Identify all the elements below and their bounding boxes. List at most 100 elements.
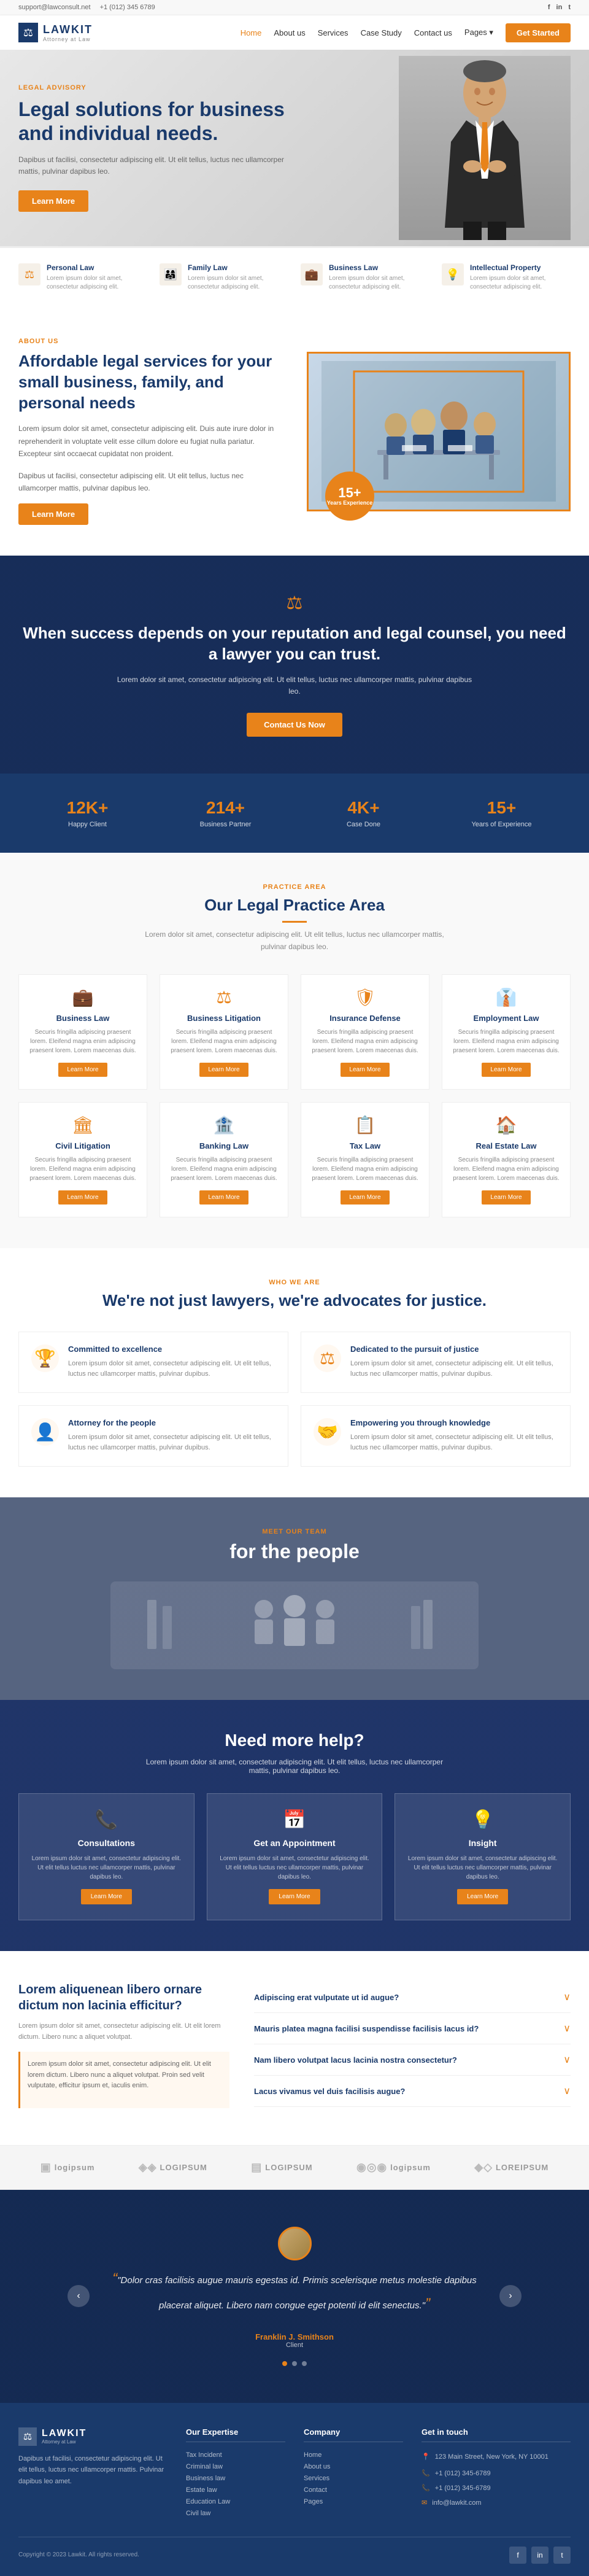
personal-law-title: Personal Law: [47, 263, 147, 272]
tax-learn-button[interactable]: Learn More: [341, 1190, 389, 1205]
realestate-learn-button[interactable]: Learn More: [482, 1190, 530, 1205]
phone2-icon: 📞: [422, 2485, 430, 2492]
people-icon: 👤: [31, 1418, 59, 1446]
banking-learn-button[interactable]: Learn More: [199, 1190, 248, 1205]
hero-title: Legal solutions for business and individ…: [18, 98, 294, 145]
expertise-item-5[interactable]: Education Law: [186, 2498, 285, 2505]
banking-desc: Securis fringilla adipiscing praesent lo…: [169, 1155, 279, 1183]
company-item-3[interactable]: Services: [304, 2475, 403, 2482]
ip-law-desc: Lorem ipsum dolor sit amet, consectetur …: [470, 274, 571, 292]
civil-learn-button[interactable]: Learn More: [58, 1190, 107, 1205]
advocate-justice-text: Dedicated to the pursuit of justice Lore…: [350, 1344, 558, 1380]
civil-title: Civil Litigation: [28, 1141, 137, 1150]
expertise-item-2[interactable]: Criminal law: [186, 2463, 285, 2470]
attorney-label: MEET OUR TEAM: [18, 1528, 571, 1535]
insight-button[interactable]: Learn More: [457, 1889, 508, 1904]
nav-services[interactable]: Services: [318, 28, 348, 37]
advocates-grid: 🏆 Committed to excellence Lorem ipsum do…: [18, 1332, 571, 1467]
footer-twitter-button[interactable]: t: [553, 2547, 571, 2564]
business-law-card-desc: Securis fringilla adipiscing praesent lo…: [28, 1028, 137, 1055]
nav-case-study[interactable]: Case Study: [361, 28, 402, 37]
expertise-item-6[interactable]: Civil law: [186, 2510, 285, 2517]
badge-number: 15+: [338, 486, 361, 500]
knowledge-title: Empowering you through knowledge: [350, 1418, 558, 1427]
nav-home[interactable]: Home: [241, 28, 262, 37]
dot-2[interactable]: [292, 2361, 297, 2366]
advocate-excellence: 🏆 Committed to excellence Lorem ipsum do…: [18, 1332, 288, 1393]
business-law-icon: 💼: [301, 263, 323, 285]
faq-item-1[interactable]: Adipiscing erat vulputate ut id augue? ∨: [254, 1982, 571, 2013]
about-image: 15+ Years Experience: [307, 352, 571, 511]
brand-name-3: LOGIPSUM: [265, 2163, 312, 2172]
footer-linkedin-button[interactable]: in: [531, 2547, 549, 2564]
legal-practice-area: PRACTICE AREA Our Legal Practice Area Lo…: [0, 853, 589, 1247]
legal-area-desc: Lorem dolor sit amet, consectetur adipis…: [141, 929, 448, 952]
footer: ⚖ LAWKIT Attorney at Law Dapibus ut faci…: [0, 2403, 589, 2576]
brand-icon-1: ▣: [40, 2161, 52, 2174]
hero-cta-button[interactable]: Learn More: [18, 190, 88, 212]
about-section: ABOUT US Affordable legal services for y…: [0, 307, 589, 556]
family-law-text: Family Law Lorem ipsum dolor sit amet, c…: [188, 263, 288, 292]
nav-pages[interactable]: Pages ▾: [464, 28, 493, 37]
business-law-card-icon: 💼: [28, 987, 137, 1007]
consultations-button[interactable]: Learn More: [81, 1889, 132, 1904]
practice-card-litigation: ⚖ Business Litigation Securis fringilla …: [160, 974, 288, 1090]
banner-title: When success depends on your reputation …: [18, 623, 571, 665]
nav-contact[interactable]: Contact us: [414, 28, 452, 37]
expertise-item-3[interactable]: Business law: [186, 2475, 285, 2482]
about-experience-badge: 15+ Years Experience: [325, 471, 374, 521]
insurance-learn-button[interactable]: Learn More: [341, 1063, 389, 1077]
linkedin-icon[interactable]: in: [556, 4, 563, 11]
testimonial-prev-button[interactable]: ‹: [67, 2285, 90, 2307]
dot-3[interactable]: [302, 2361, 307, 2366]
company-item-1[interactable]: Home: [304, 2451, 403, 2459]
stat-label-experience: Years of Experience: [439, 821, 564, 828]
brand-icon-5: ◆◇: [474, 2161, 493, 2174]
faq-question-3: Nam libero volutpat lacus lacinia nostra…: [254, 2055, 457, 2065]
company-item-4[interactable]: Contact: [304, 2486, 403, 2494]
business-law-title: Business Law: [329, 263, 429, 272]
nav-about[interactable]: About us: [274, 28, 305, 37]
company-item-5[interactable]: Pages: [304, 2498, 403, 2505]
about-learn-more-button[interactable]: Learn More: [18, 503, 88, 525]
insurance-title: Insurance Defense: [310, 1014, 420, 1023]
faq-question-2: Mauris platea magna facilisi suspendisse…: [254, 2024, 479, 2033]
company-item-2[interactable]: About us: [304, 2463, 403, 2470]
knowledge-desc: Lorem ipsum dolor sit amet, consectetur …: [350, 1432, 558, 1454]
hero-content: LEGAL ADVISORY Legal solutions for busin…: [18, 84, 294, 211]
footer-email: ✉ info@lawkit.com: [422, 2497, 571, 2510]
litigation-learn-button[interactable]: Learn More: [199, 1063, 248, 1077]
brand-name-2: LOGIPSUM: [160, 2163, 207, 2172]
footer-phone-text: +1 (012) 345-6789: [435, 2470, 491, 2477]
banner-cta-button[interactable]: Contact Us Now: [247, 713, 342, 737]
nav-links: Home About us Services Case Study Contac…: [241, 23, 571, 42]
practice-card-insurance: 🛡 Insurance Defense Securis fringilla ad…: [301, 974, 429, 1090]
employment-learn-button[interactable]: Learn More: [482, 1063, 530, 1077]
get-started-button[interactable]: Get Started: [506, 23, 571, 42]
stat-num-cases: 4K+: [301, 798, 426, 818]
footer-facebook-button[interactable]: f: [509, 2547, 526, 2564]
faq-item-3[interactable]: Nam libero volutpat lacus lacinia nostra…: [254, 2044, 571, 2076]
appointment-icon: 📅: [217, 1809, 373, 1831]
stat-experience: 15+ Years of Experience: [433, 792, 571, 834]
faq-answer-text: Lorem ipsum dolor sit amet, consectetur …: [28, 2059, 222, 2092]
footer-address-text: 123 Main Street, New York, NY 10001: [435, 2453, 549, 2461]
for-people-heading: for the people: [18, 1540, 571, 1563]
expertise-item-4[interactable]: Estate law: [186, 2486, 285, 2494]
about-desc1: Lorem ipsum dolor sit amet, consectetur …: [18, 422, 282, 460]
facebook-icon[interactable]: f: [548, 4, 550, 11]
business-law-learn-button[interactable]: Learn More: [58, 1063, 107, 1077]
dot-1[interactable]: [282, 2361, 287, 2366]
faq-item-2[interactable]: Mauris platea magna facilisi suspendisse…: [254, 2013, 571, 2044]
testimonial-next-button[interactable]: ›: [499, 2285, 522, 2307]
twitter-icon[interactable]: t: [568, 4, 571, 11]
footer-phone2-text: +1 (012) 345-6789: [435, 2485, 491, 2492]
business-law-text: Business Law Lorem ipsum dolor sit amet,…: [329, 263, 429, 292]
faq-item-4[interactable]: Lacus vivamus vel duis facilisis augue? …: [254, 2076, 571, 2107]
expertise-item-1[interactable]: Tax Incident: [186, 2451, 285, 2459]
topbar-phone: +1 (012) 345 6789: [100, 4, 155, 11]
consultations-icon: 📞: [28, 1809, 185, 1831]
advocate-justice: ⚖ Dedicated to the pursuit of justice Lo…: [301, 1332, 571, 1393]
appointment-button[interactable]: Learn More: [269, 1889, 320, 1904]
knowledge-icon: 🤝: [314, 1418, 341, 1446]
